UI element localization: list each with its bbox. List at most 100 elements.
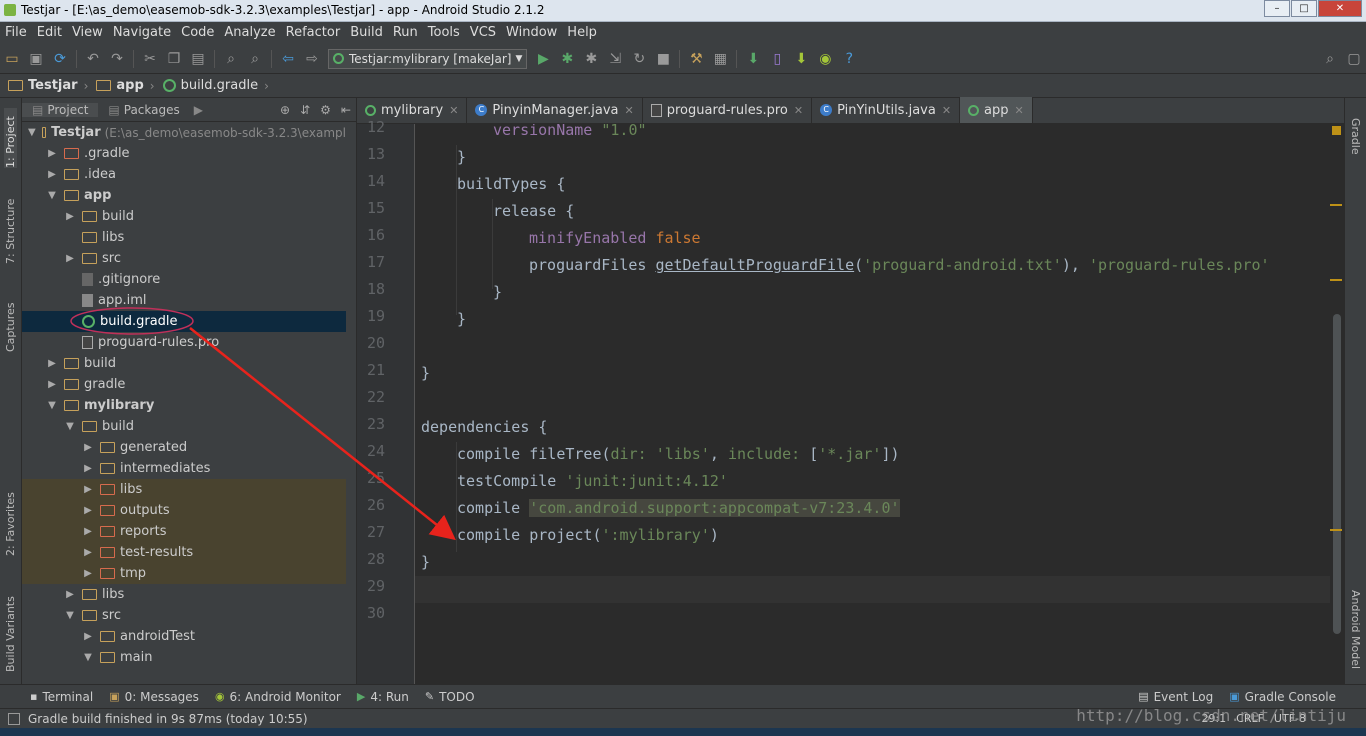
- tab-project[interactable]: ▤ Project: [22, 102, 99, 117]
- tree-node-proguard[interactable]: proguard-rules.pro: [22, 332, 346, 353]
- tree-node-root[interactable]: ▼ Testjar (E:\as_demo\easemob-sdk-3.2.3\ex…: [22, 122, 346, 143]
- tab-app[interactable]: app ✕: [960, 97, 1033, 123]
- tab-pinyinutils[interactable]: C PinYinUtils.java ✕: [812, 97, 961, 123]
- menu-edit[interactable]: Edit: [32, 22, 67, 44]
- menu-build[interactable]: Build: [345, 22, 388, 44]
- event-log-icon[interactable]: ▢: [1345, 50, 1363, 68]
- copy-icon[interactable]: ❐: [165, 50, 183, 68]
- debug-icon[interactable]: ✱: [558, 50, 576, 68]
- collapse-arrow-icon[interactable]: ▶: [82, 547, 94, 558]
- collapse-arrow-icon[interactable]: ▶: [46, 148, 58, 159]
- tool-messages[interactable]: ▣ 0: Messages: [101, 690, 207, 704]
- tree-node-build[interactable]: ▶ build: [22, 353, 346, 374]
- tool-run[interactable]: ▶ 4: Run: [349, 690, 417, 704]
- tool-structure-tab[interactable]: 7: Structure: [4, 194, 17, 264]
- tree-node-main[interactable]: ▼ main: [22, 647, 346, 668]
- code-editor[interactable]: versionName "1.0" } buildTypes { release…: [415, 124, 1330, 684]
- expand-arrow-icon[interactable]: ▼: [46, 400, 58, 411]
- tree-node-app-libs[interactable]: libs: [22, 227, 346, 248]
- sdk-manager-icon[interactable]: ▦: [711, 50, 729, 68]
- tree-node-tmp[interactable]: ▶ tmp: [22, 563, 346, 584]
- tool-favorites-tab[interactable]: 2: Favorites: [4, 486, 17, 556]
- open-folder-icon[interactable]: ▭: [3, 50, 21, 68]
- close-tab-icon[interactable]: ✕: [942, 104, 951, 117]
- tool-gradle-console[interactable]: ▣ Gradle Console: [1221, 690, 1344, 704]
- tool-android-model-tab[interactable]: Android Model: [1349, 590, 1362, 669]
- tree-node-build-libs[interactable]: ▶ libs: [22, 479, 346, 500]
- close-tab-icon[interactable]: ✕: [794, 104, 803, 117]
- paste-icon[interactable]: ▤: [189, 50, 207, 68]
- editor-scrollbar[interactable]: [1330, 124, 1344, 684]
- error-stripe-mark[interactable]: [1330, 204, 1342, 206]
- attach-debugger-icon[interactable]: ⇲: [606, 50, 624, 68]
- run-icon[interactable]: ▶: [534, 50, 552, 68]
- menu-tools[interactable]: Tools: [423, 22, 465, 44]
- tree-node-mylibrary-libs[interactable]: ▶ libs: [22, 584, 346, 605]
- tool-captures-tab[interactable]: Captures: [4, 292, 17, 352]
- tree-node-reports[interactable]: ▶ reports: [22, 521, 346, 542]
- tool-terminal[interactable]: ▪ Terminal: [22, 690, 101, 704]
- breadcrumb-build-gradle[interactable]: build.gradle: [155, 78, 265, 93]
- menu-analyze[interactable]: Analyze: [219, 22, 280, 44]
- tool-todo[interactable]: ✎ TODO: [417, 690, 483, 704]
- menu-help[interactable]: Help: [562, 22, 602, 44]
- maximize-button[interactable]: □: [1291, 0, 1317, 17]
- undo-icon[interactable]: ↶: [84, 50, 102, 68]
- tree-node-mylibrary-build[interactable]: ▼ build: [22, 416, 346, 437]
- close-tab-icon[interactable]: ✕: [1015, 104, 1024, 117]
- collapse-arrow-icon[interactable]: ▶: [46, 358, 58, 369]
- tree-node-idea[interactable]: ▶ .idea: [22, 164, 346, 185]
- cut-icon[interactable]: ✂: [141, 50, 159, 68]
- search-everywhere-icon[interactable]: ⌕: [1321, 50, 1339, 68]
- tool-project-tab[interactable]: 1: Project: [4, 108, 17, 168]
- chevron-right-icon[interactable]: ▶: [194, 103, 203, 117]
- replace-icon[interactable]: ⌕: [246, 50, 264, 68]
- tree-node-generated[interactable]: ▶ generated: [22, 437, 346, 458]
- sync-gradle-icon[interactable]: ⬇: [744, 50, 762, 68]
- editor-scroll-thumb[interactable]: [1333, 314, 1341, 634]
- warning-marker[interactable]: [1332, 126, 1341, 135]
- tool-android-monitor[interactable]: ◉ 6: Android Monitor: [207, 690, 349, 704]
- save-icon[interactable]: ▣: [27, 50, 45, 68]
- collapse-arrow-icon[interactable]: ▶: [82, 463, 94, 474]
- scroll-from-source-icon[interactable]: ⊕: [280, 103, 290, 117]
- collapse-arrow-icon[interactable]: ▶: [82, 484, 94, 495]
- tree-node-app-iml[interactable]: app.iml: [22, 290, 346, 311]
- collapse-arrow-icon[interactable]: ▶: [46, 379, 58, 390]
- tree-node-androidtest[interactable]: ▶ androidTest: [22, 626, 346, 647]
- expand-arrow-icon[interactable]: ▼: [46, 190, 58, 201]
- redo-icon[interactable]: ↷: [108, 50, 126, 68]
- tab-pinyinmanager[interactable]: C PinyinManager.java ✕: [467, 97, 643, 123]
- project-structure-icon[interactable]: ⚒: [687, 50, 705, 68]
- tree-node-outputs[interactable]: ▶ outputs: [22, 500, 346, 521]
- tree-node-intermediates[interactable]: ▶ intermediates: [22, 458, 346, 479]
- tree-node-mylibrary[interactable]: ▼ mylibrary: [22, 395, 346, 416]
- collapse-arrow-icon[interactable]: ▶: [82, 526, 94, 537]
- menu-window[interactable]: Window: [501, 22, 562, 44]
- close-tab-icon[interactable]: ✕: [625, 104, 634, 117]
- collapse-arrow-icon[interactable]: ▶: [64, 589, 76, 600]
- run-configuration-select[interactable]: Testjar:mylibrary [makeJar] ▼: [328, 48, 528, 69]
- forward-icon[interactable]: ⇨: [303, 50, 321, 68]
- coverage-icon[interactable]: ✱: [582, 50, 600, 68]
- collapse-all-icon[interactable]: ⇵: [300, 103, 310, 117]
- tree-node-app-build[interactable]: ▶ build: [22, 206, 346, 227]
- hide-panel-icon[interactable]: ⇤: [341, 103, 351, 117]
- minimize-button[interactable]: –: [1264, 0, 1290, 17]
- tree-node-gradle-dir[interactable]: ▶ .gradle: [22, 143, 346, 164]
- tool-event-log[interactable]: ▤ Event Log: [1130, 690, 1221, 704]
- error-stripe-mark[interactable]: [1330, 529, 1342, 531]
- collapse-arrow-icon[interactable]: ▶: [82, 568, 94, 579]
- expand-arrow-icon[interactable]: ▼: [82, 652, 94, 663]
- stop-icon[interactable]: ■: [654, 50, 672, 68]
- menu-run[interactable]: Run: [388, 22, 423, 44]
- close-button[interactable]: ✕: [1318, 0, 1362, 17]
- collapse-arrow-icon[interactable]: ▶: [64, 211, 76, 222]
- menu-file[interactable]: File: [0, 22, 32, 44]
- rerun-icon[interactable]: ↻: [630, 50, 648, 68]
- back-icon[interactable]: ⇦: [279, 50, 297, 68]
- menu-refactor[interactable]: Refactor: [281, 22, 346, 44]
- menu-code[interactable]: Code: [176, 22, 219, 44]
- menu-navigate[interactable]: Navigate: [108, 22, 176, 44]
- tool-gradle-tab[interactable]: Gradle: [1349, 118, 1362, 155]
